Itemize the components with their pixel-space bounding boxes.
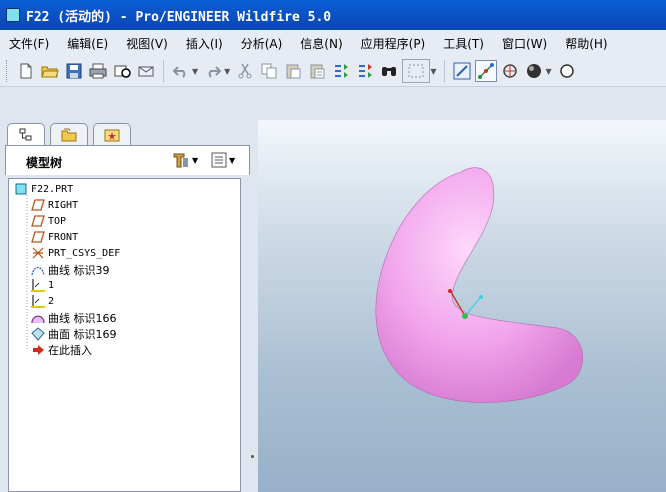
favorites-icon: [104, 129, 120, 141]
tree-item-label: 2: [48, 295, 55, 307]
erase-icon[interactable]: [111, 60, 133, 82]
shade-dropdown-icon[interactable]: ▼: [545, 67, 551, 76]
tree-settings-button[interactable]: ▼: [172, 152, 198, 168]
main-toolbar: ▼ ▼ ▼ ▼: [0, 56, 666, 87]
part-icon: [14, 182, 28, 196]
tree-item-label: 曲面 标识169: [48, 328, 117, 341]
model-tree-title: 模型树: [26, 156, 63, 170]
tree-columns-dropdown-icon: ▼: [229, 155, 236, 165]
regenerate-manager-icon[interactable]: [354, 60, 376, 82]
model-tree: F22.PRT RIGHT TOP FRONT PRT_CSYS_DEF 曲线 …: [8, 178, 241, 492]
model-tree-icon: [19, 128, 32, 141]
tree-item-label: 1: [48, 279, 55, 291]
app-icon: [6, 8, 20, 22]
tree-item-top[interactable]: TOP: [31, 214, 66, 228]
print-icon[interactable]: [87, 60, 109, 82]
shade-icon[interactable]: [523, 60, 545, 82]
save-icon[interactable]: [63, 60, 85, 82]
tree-item-surface-169[interactable]: 曲面 标识169: [31, 326, 117, 342]
tree-item-label: 曲线 标识166: [48, 312, 117, 325]
tree-item-curve-39[interactable]: 曲线 标识39: [31, 262, 110, 278]
curve-icon: [31, 311, 45, 325]
tree-settings-dropdown-icon: ▼: [192, 155, 199, 165]
panel-splitter[interactable]: [249, 280, 258, 492]
boomerang-surface[interactable]: [375, 167, 583, 403]
menu-applications[interactable]: 应用程序(P): [352, 35, 435, 52]
toolbar-separator: [163, 60, 164, 82]
tree-item-label: PRT_CSYS_DEF: [48, 247, 121, 259]
csys-icon: [31, 246, 45, 260]
undo-dropdown-icon[interactable]: ▼: [192, 67, 198, 76]
tab-folder-browser[interactable]: [50, 123, 88, 145]
select-dropdown-icon[interactable]: ▼: [430, 67, 436, 76]
tree-item-label: FRONT: [48, 231, 79, 243]
menu-edit[interactable]: 编辑(E): [58, 35, 117, 52]
menu-help[interactable]: 帮助(H): [556, 35, 616, 52]
insert-here-icon: [31, 343, 45, 357]
menu-tools[interactable]: 工具(T): [434, 35, 493, 52]
tools-icon: [173, 153, 188, 168]
tree-item-root[interactable]: F22.PRT: [14, 182, 73, 196]
folder-browser-icon: [61, 128, 77, 141]
tree-columns-button[interactable]: ▼: [211, 152, 235, 168]
menu-analysis[interactable]: 分析(A): [232, 35, 292, 52]
orient-icon[interactable]: [499, 60, 521, 82]
curve-icon: [31, 263, 45, 277]
splitter-grip: [251, 455, 254, 458]
menu-view[interactable]: 视图(V): [117, 35, 177, 52]
new-file-icon[interactable]: [15, 60, 37, 82]
graphics-viewport[interactable]: [258, 120, 666, 492]
toolbar-grip[interactable]: [6, 60, 10, 82]
menu-window[interactable]: 窗口(W): [493, 35, 556, 52]
tree-item-label: F22.PRT: [31, 183, 74, 195]
tree-item-sketch-2[interactable]: 2: [31, 294, 54, 308]
redo-icon[interactable]: [202, 60, 224, 82]
regenerate-icon[interactable]: [330, 60, 352, 82]
tree-item-label: TOP: [48, 215, 67, 227]
redo-dropdown-icon[interactable]: ▼: [224, 67, 230, 76]
datum-plane-icon: [31, 230, 45, 244]
datum-plane-icon: [31, 198, 45, 212]
tree-item-csys[interactable]: PRT_CSYS_DEF: [31, 246, 120, 260]
title-bar: F22 (活动的) - Pro/ENGINEER Wildfire 5.0: [0, 0, 666, 30]
tree-item-label: RIGHT: [48, 199, 79, 211]
model-tree-header: 模型树 ▼ ▼: [5, 145, 250, 175]
find-icon[interactable]: [378, 60, 400, 82]
tree-item-label: 曲线 标识39: [48, 264, 110, 277]
tab-favorites[interactable]: [93, 123, 131, 145]
menu-file[interactable]: 文件(F): [0, 35, 58, 52]
cut-icon[interactable]: [234, 60, 256, 82]
sketch-icon: [31, 278, 45, 292]
copy-icon[interactable]: [258, 60, 280, 82]
tree-item-right[interactable]: RIGHT: [31, 198, 78, 212]
select-box-icon[interactable]: [402, 59, 431, 83]
tree-item-front[interactable]: FRONT: [31, 230, 78, 244]
sketch-icon: [31, 294, 45, 308]
datum-plane-icon: [31, 214, 45, 228]
menu-bar: 文件(F) 编辑(E) 视图(V) 插入(I) 分析(A) 信息(N) 应用程序…: [0, 30, 666, 56]
list-view-icon: [211, 152, 227, 168]
zoom-icon[interactable]: [556, 60, 578, 82]
spin-center-icon[interactable]: [475, 60, 498, 82]
tree-item-label: 在此插入: [48, 344, 92, 357]
mail-icon[interactable]: [135, 60, 157, 82]
tree-item-curve-166[interactable]: 曲线 标识166: [31, 310, 117, 326]
surface-icon: [31, 327, 45, 341]
menu-info[interactable]: 信息(N): [291, 35, 351, 52]
tree-item-insert-here[interactable]: 在此插入: [31, 342, 92, 358]
toolbar-separator: [444, 60, 446, 82]
model-3d-view: [375, 167, 583, 403]
repaint-icon[interactable]: [451, 60, 473, 82]
paste-icon[interactable]: [282, 60, 304, 82]
window-title: F22 (活动的) - Pro/ENGINEER Wildfire 5.0: [26, 9, 332, 25]
tree-item-sketch-1[interactable]: 1: [31, 278, 54, 292]
menu-insert[interactable]: 插入(I): [177, 35, 232, 52]
navigator-panel: 模型树 ▼ ▼ F22.PRT RIGHT TOP FRONT PRT_CSYS…: [0, 120, 258, 492]
open-folder-icon[interactable]: [39, 60, 61, 82]
tab-model-tree[interactable]: [7, 123, 45, 146]
paste-special-icon[interactable]: [306, 60, 328, 82]
undo-icon[interactable]: [170, 60, 192, 82]
secondary-toolbar-area: [0, 87, 666, 120]
